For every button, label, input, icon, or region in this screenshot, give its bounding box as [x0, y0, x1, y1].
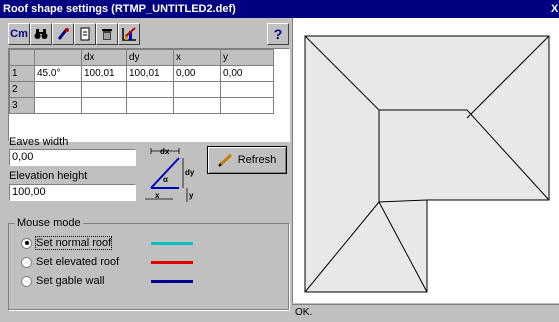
document-icon	[80, 27, 90, 41]
roof-geometry-diagram: dx dy α x y	[145, 147, 195, 202]
eaves-width-label: Eaves width	[9, 136, 69, 148]
pencil-icon	[218, 153, 232, 167]
elevated-roof-color-swatch	[151, 261, 193, 264]
binoculars-icon	[34, 29, 48, 39]
table-header-cell: y	[220, 49, 274, 66]
table-header-cell: dx	[81, 49, 127, 66]
radio-set-elevated-roof[interactable]: Set elevated roof	[21, 256, 119, 268]
close-icon[interactable]: X	[551, 3, 558, 15]
roof-plan-canvas[interactable]	[292, 18, 559, 303]
radio-selected-icon	[21, 237, 32, 249]
diagram-alpha-label: α	[163, 175, 168, 184]
paint-icon	[57, 28, 69, 40]
help-icon: ?	[273, 26, 283, 42]
document-button[interactable]	[74, 23, 96, 45]
radio-unselected-icon	[21, 275, 32, 287]
delete-button[interactable]	[96, 23, 118, 45]
row-number: 2	[9, 81, 35, 98]
elevation-height-label: Elevation height	[9, 170, 88, 182]
table-header: dx dy x y	[9, 49, 274, 66]
table-cell[interactable]	[220, 97, 274, 114]
paint-button[interactable]	[52, 23, 74, 45]
table-cell[interactable]	[173, 81, 221, 98]
toolbar: Cm ?	[8, 23, 289, 45]
row-number: 3	[9, 97, 35, 114]
find-button[interactable]	[30, 23, 52, 45]
radio-set-gable-wall[interactable]: Set gable wall	[21, 275, 105, 287]
status-bar: OK.	[292, 304, 559, 322]
table-cell[interactable]	[126, 81, 174, 98]
roof-segments-table[interactable]: dx dy x y 1 45.0° 100,01 100,01 0,00 0,0…	[8, 48, 290, 142]
table-row[interactable]: 3	[9, 97, 274, 114]
cm-button[interactable]: Cm	[8, 23, 30, 45]
refresh-button[interactable]: Refresh	[207, 146, 287, 174]
radio-label: Set gable wall	[36, 275, 105, 287]
diagram-dy-label: dy	[185, 168, 195, 177]
roof-plan-drawing	[304, 35, 550, 293]
chart-button[interactable]	[118, 23, 140, 45]
status-text: OK.	[295, 307, 313, 318]
radio-set-normal-roof[interactable]: Set normal roof	[21, 236, 113, 250]
help-button[interactable]: ?	[267, 23, 289, 45]
table-cell[interactable]: 0,00	[173, 65, 221, 82]
table-cell[interactable]	[81, 97, 127, 114]
table-cell[interactable]	[220, 81, 274, 98]
row-number: 1	[9, 65, 35, 82]
cm-icon: Cm	[10, 28, 28, 40]
table-header-cell	[34, 49, 82, 66]
radio-label: Set normal roof	[34, 236, 113, 250]
mouse-mode-title: Mouse mode	[15, 217, 83, 229]
table-cell[interactable]: 0,00	[220, 65, 274, 82]
settings-panel: Cm ? dx dy x y 1 45.0° 100,01 100,01 0,0…	[0, 18, 290, 321]
table-row[interactable]: 1 45.0° 100,01 100,01 0,00 0,00	[9, 65, 274, 82]
elevation-height-field[interactable]: 100,00	[9, 184, 136, 201]
refresh-label: Refresh	[237, 154, 277, 166]
table-header-cell: dy	[126, 49, 174, 66]
normal-roof-color-swatch	[151, 242, 193, 245]
diagram-y-label: y	[189, 191, 194, 200]
gable-wall-color-swatch	[151, 280, 193, 283]
table-cell[interactable]: 45.0°	[34, 65, 82, 82]
table-row[interactable]: 2	[9, 81, 274, 98]
table-header-cell: x	[173, 49, 221, 66]
table-cell[interactable]: 100,01	[81, 65, 127, 82]
delete-icon	[102, 29, 112, 40]
chart-icon	[122, 27, 136, 41]
table-cell[interactable]	[81, 81, 127, 98]
mouse-mode-group: Mouse mode Set normal roof Set elevated …	[8, 217, 289, 310]
table-header-cell	[9, 49, 35, 66]
window-title: Roof shape settings (RTMP_UNTITLED2.def)	[3, 3, 236, 15]
table-cell[interactable]	[173, 97, 221, 114]
diagram-dx-label: dx	[160, 147, 170, 156]
radio-label: Set elevated roof	[36, 256, 120, 268]
title-bar: Roof shape settings (RTMP_UNTITLED2.def)…	[0, 0, 559, 18]
table-cell[interactable]	[34, 81, 82, 98]
eaves-width-field[interactable]: 0,00	[9, 149, 136, 166]
radio-unselected-icon	[21, 256, 32, 268]
table-cell[interactable]: 100,01	[126, 65, 174, 82]
table-cell[interactable]	[34, 97, 82, 114]
table-cell[interactable]	[126, 97, 174, 114]
diagram-x-label: x	[155, 191, 160, 200]
